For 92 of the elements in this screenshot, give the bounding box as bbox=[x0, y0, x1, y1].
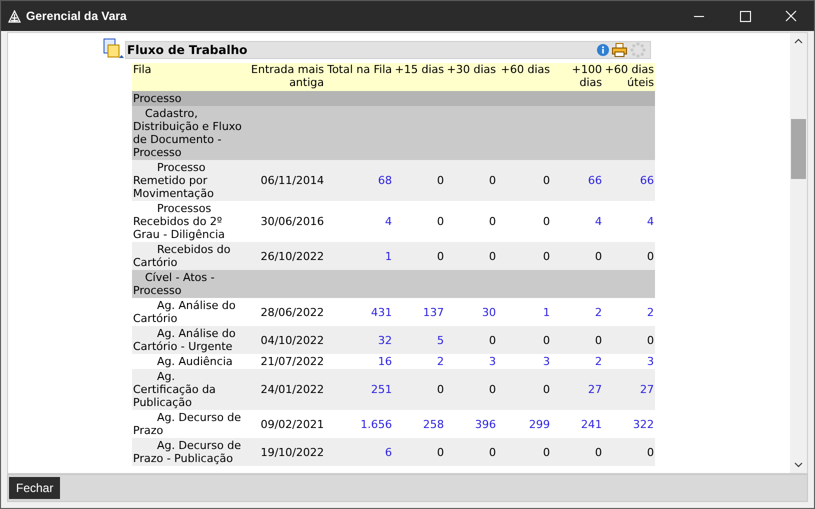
date-cell: 30/06/2016 bbox=[245, 201, 325, 242]
count-cell: 0 bbox=[497, 201, 551, 242]
date-cell: 09/02/2021 bbox=[245, 410, 325, 438]
count-link[interactable]: 137 bbox=[393, 298, 445, 326]
queue-name: Ag. Decurso de Prazo bbox=[132, 410, 245, 438]
group-label: Processo bbox=[132, 91, 245, 106]
count-link[interactable]: 4 bbox=[551, 201, 603, 242]
count-cell: 0 bbox=[603, 438, 655, 466]
count-link[interactable]: 2 bbox=[603, 298, 655, 326]
count-link[interactable]: 2 bbox=[551, 354, 603, 369]
count-cell: 0 bbox=[393, 369, 445, 410]
count-link[interactable]: 5 bbox=[393, 326, 445, 354]
count-cell: 0 bbox=[445, 242, 497, 270]
count-link[interactable]: 3 bbox=[445, 354, 497, 369]
count-cell: 0 bbox=[497, 242, 551, 270]
count-cell: 0 bbox=[603, 326, 655, 354]
count-link[interactable]: 66 bbox=[603, 160, 655, 201]
scroll-thumb[interactable] bbox=[791, 119, 806, 179]
window-title: Gerencial da Vara bbox=[26, 8, 127, 25]
count-link[interactable]: 2 bbox=[551, 298, 603, 326]
date-cell: 19/10/2022 bbox=[245, 438, 325, 466]
count-cell: 0 bbox=[393, 242, 445, 270]
count-link[interactable]: 1 bbox=[497, 298, 551, 326]
date-cell: 21/07/2022 bbox=[245, 354, 325, 369]
count-cell: 0 bbox=[393, 201, 445, 242]
count-link[interactable]: 4 bbox=[325, 201, 393, 242]
column-header: +15 dias bbox=[393, 63, 445, 91]
count-cell: 0 bbox=[445, 369, 497, 410]
count-cell: 0 bbox=[445, 201, 497, 242]
count-link[interactable]: 2 bbox=[393, 354, 445, 369]
count-link[interactable]: 241 bbox=[551, 410, 603, 438]
count-link[interactable]: 16 bbox=[325, 354, 393, 369]
panel-title: Fluxo de Trabalho bbox=[127, 42, 248, 58]
date-cell: 26/10/2022 bbox=[245, 242, 325, 270]
count-cell: 0 bbox=[445, 326, 497, 354]
count-link[interactable]: 1.656 bbox=[325, 410, 393, 438]
info-icon[interactable] bbox=[597, 44, 609, 56]
group-label: Cadastro, Distribuição e Fluxo de Documento - Processo bbox=[132, 106, 245, 160]
count-cell: 0 bbox=[551, 242, 603, 270]
count-link[interactable]: 30 bbox=[445, 298, 497, 326]
count-link[interactable]: 27 bbox=[551, 369, 603, 410]
count-cell: 0 bbox=[603, 242, 655, 270]
count-cell: 0 bbox=[445, 438, 497, 466]
count-link[interactable]: 27 bbox=[603, 369, 655, 410]
count-cell: 0 bbox=[551, 326, 603, 354]
column-header: Entrada mais antiga bbox=[245, 63, 325, 91]
count-cell: 0 bbox=[497, 369, 551, 410]
count-link[interactable]: 6 bbox=[325, 438, 393, 466]
count-cell: 0 bbox=[445, 160, 497, 201]
date-cell: 06/11/2014 bbox=[245, 160, 325, 201]
count-link[interactable]: 396 bbox=[445, 410, 497, 438]
count-link[interactable]: 251 bbox=[325, 369, 393, 410]
count-link[interactable]: 299 bbox=[497, 410, 551, 438]
queue-name: Processos Recebidos do 2º Grau - Diligência bbox=[132, 201, 245, 242]
queue-name: Ag. Certificação da Publicação bbox=[132, 369, 245, 410]
column-header: +60 dias úteis bbox=[603, 63, 655, 91]
queue-name: Ag. Análise do Cartório bbox=[132, 298, 245, 326]
count-link[interactable]: 66 bbox=[551, 160, 603, 201]
scrollbar[interactable] bbox=[790, 33, 807, 473]
count-cell: 0 bbox=[497, 438, 551, 466]
count-cell: 0 bbox=[497, 326, 551, 354]
printer-icon[interactable] bbox=[612, 42, 627, 56]
column-header: Fila bbox=[132, 63, 245, 91]
count-cell: 0 bbox=[497, 160, 551, 201]
count-cell: 0 bbox=[393, 438, 445, 466]
column-header: +30 dias bbox=[445, 63, 497, 91]
column-header: +100 dias bbox=[551, 63, 603, 91]
count-link[interactable]: 4 bbox=[603, 201, 655, 242]
queue-name: Ag. Decurso de Prazo - Publicação bbox=[132, 438, 245, 466]
count-link[interactable]: 322 bbox=[603, 410, 655, 438]
queue-name: Ag. Análise do Cartório - Urgente bbox=[132, 326, 245, 354]
date-cell: 04/10/2022 bbox=[245, 326, 325, 354]
count-link[interactable]: 431 bbox=[325, 298, 393, 326]
queue-name: Recebidos do Cartório bbox=[132, 242, 245, 270]
group-label: Cível - Atos - Processo bbox=[132, 270, 245, 298]
count-link[interactable]: 258 bbox=[393, 410, 445, 438]
count-link[interactable]: 68 bbox=[325, 160, 393, 201]
queue-name: Processo Remetido por Movimentação bbox=[132, 160, 245, 201]
close-button[interactable]: Fechar bbox=[9, 477, 60, 499]
count-cell: 0 bbox=[393, 160, 445, 201]
count-link[interactable]: 1 bbox=[325, 242, 393, 270]
count-link[interactable]: 32 bbox=[325, 326, 393, 354]
queue-name: Ag. Audiência bbox=[132, 354, 245, 369]
date-cell: 28/06/2022 bbox=[245, 298, 325, 326]
column-header: +60 dias bbox=[497, 63, 551, 91]
count-link[interactable]: 3 bbox=[603, 354, 655, 369]
document-icon bbox=[102, 38, 125, 61]
count-cell: 0 bbox=[551, 438, 603, 466]
app-logo-icon bbox=[8, 10, 21, 22]
count-link[interactable]: 3 bbox=[497, 354, 551, 369]
date-cell: 24/01/2022 bbox=[245, 369, 325, 410]
column-header: Total na Fila bbox=[325, 63, 393, 91]
